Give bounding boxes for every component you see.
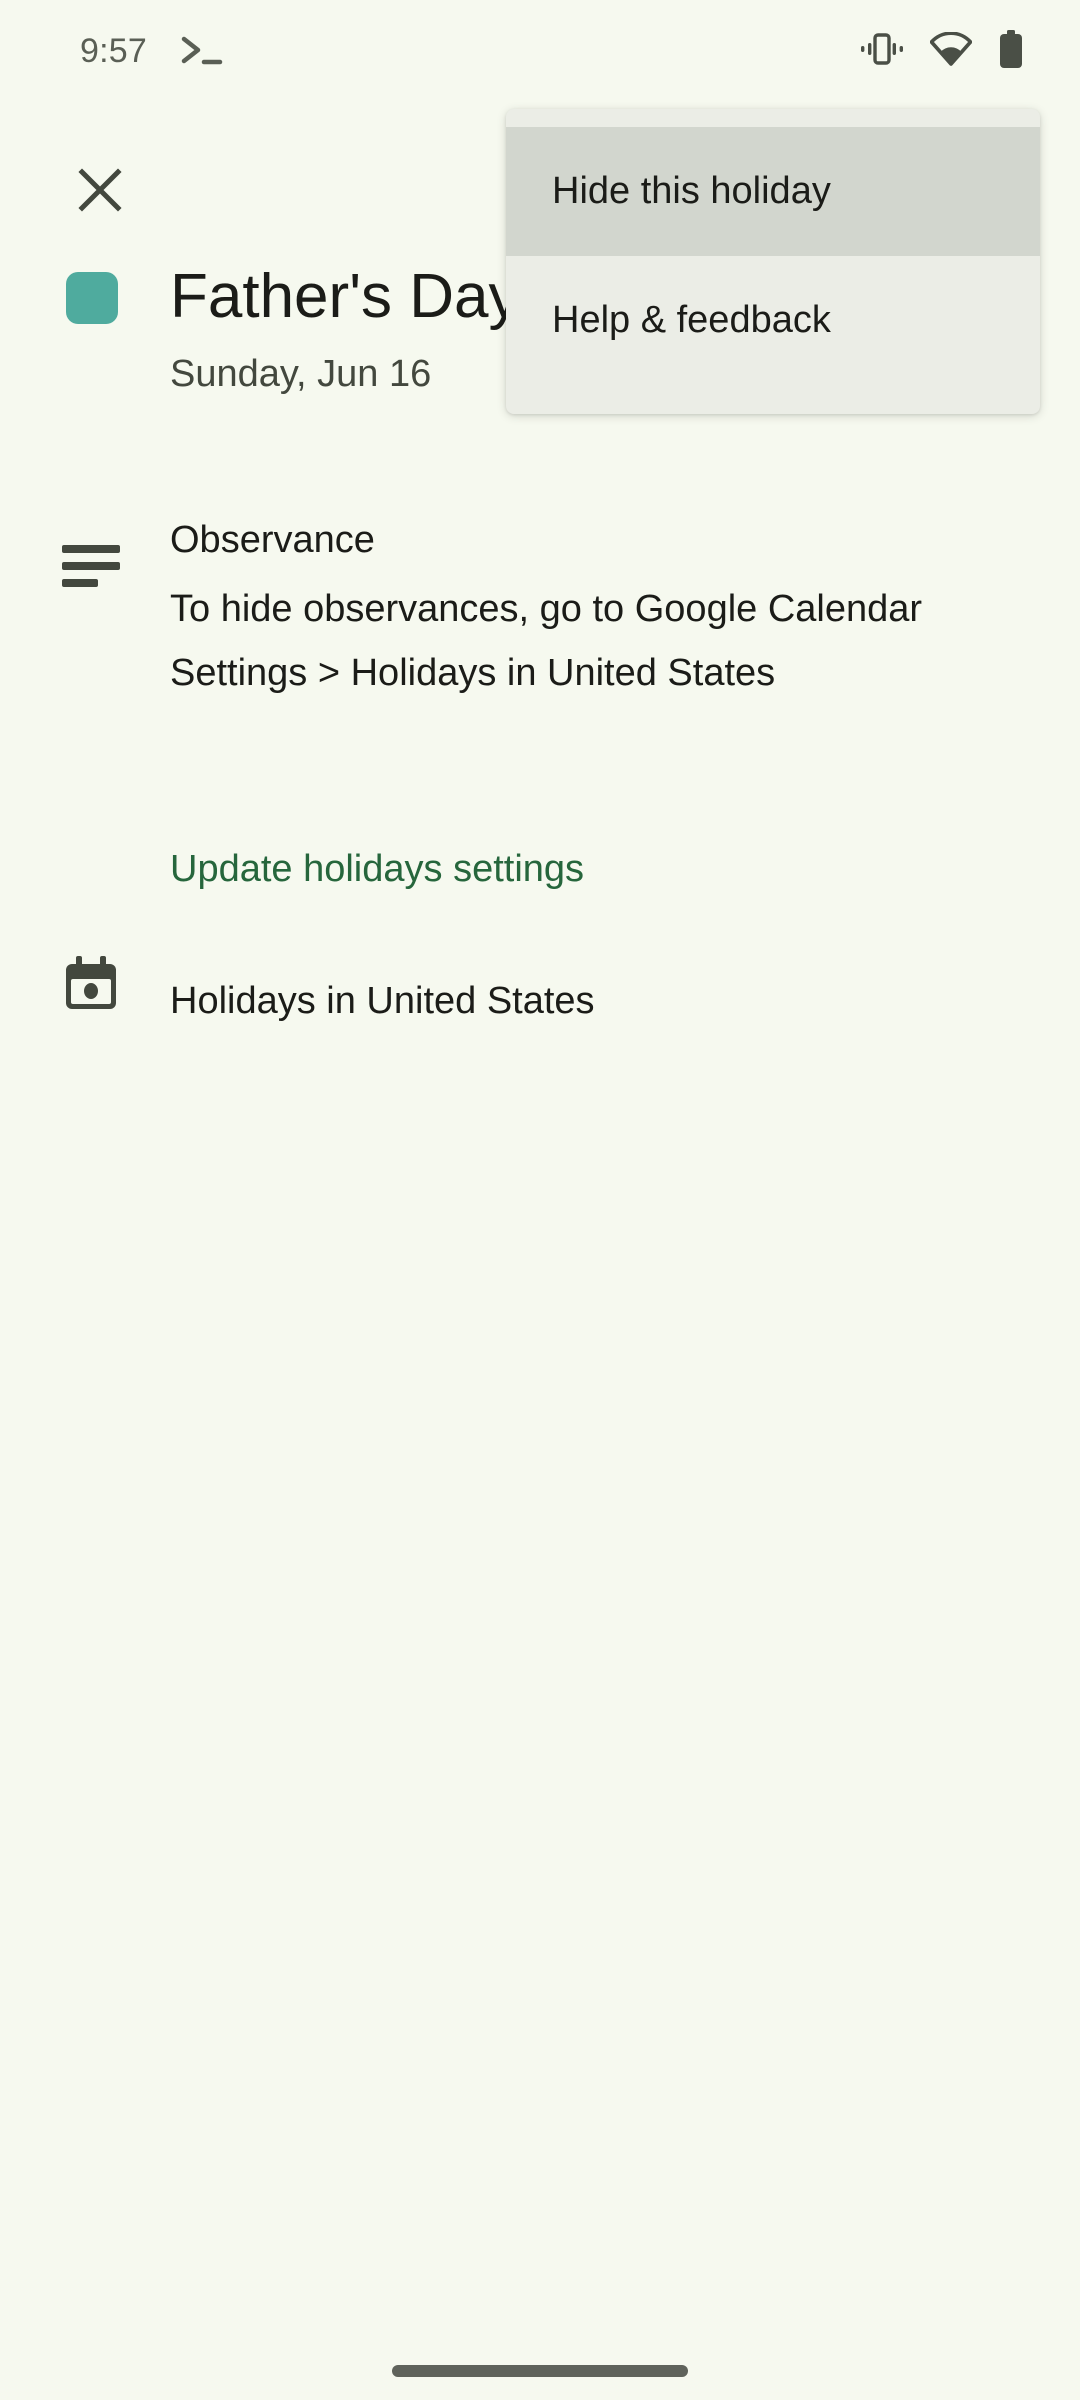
event-date: Sunday, Jun 16 xyxy=(170,353,432,395)
calendar-event-details-screen: 9:57 Father's Day Sunday, Jun 16 Observa… xyxy=(0,0,1080,2400)
description-icon xyxy=(62,543,120,589)
menu-item-hide-this-holiday[interactable]: Hide this holiday xyxy=(506,127,1040,256)
status-bar-clock: 9:57 xyxy=(80,32,147,70)
description-body: To hide observances, go to Google Calend… xyxy=(170,588,923,694)
overflow-menu: Hide this holiday Help & feedback xyxy=(506,109,1040,414)
close-icon xyxy=(74,164,126,216)
wifi-icon xyxy=(930,32,972,66)
menu-item-help-and-feedback[interactable]: Help & feedback xyxy=(506,256,1040,385)
description-heading: Observance xyxy=(170,519,375,561)
calendar-name: Holidays in United States xyxy=(170,980,595,1022)
close-button[interactable] xyxy=(48,138,152,242)
status-bar-icons xyxy=(860,30,1024,68)
vibrate-icon xyxy=(860,31,904,67)
terminal-icon xyxy=(180,33,226,67)
update-holidays-settings-link[interactable]: Update holidays settings xyxy=(170,842,584,896)
battery-icon xyxy=(998,30,1024,68)
status-bar: 9:57 xyxy=(0,0,1080,96)
event-color-chip xyxy=(66,272,118,324)
calendar-event-icon xyxy=(62,955,120,1013)
gesture-nav-pill[interactable] xyxy=(392,2365,688,2377)
event-title: Father's Day xyxy=(170,262,520,331)
